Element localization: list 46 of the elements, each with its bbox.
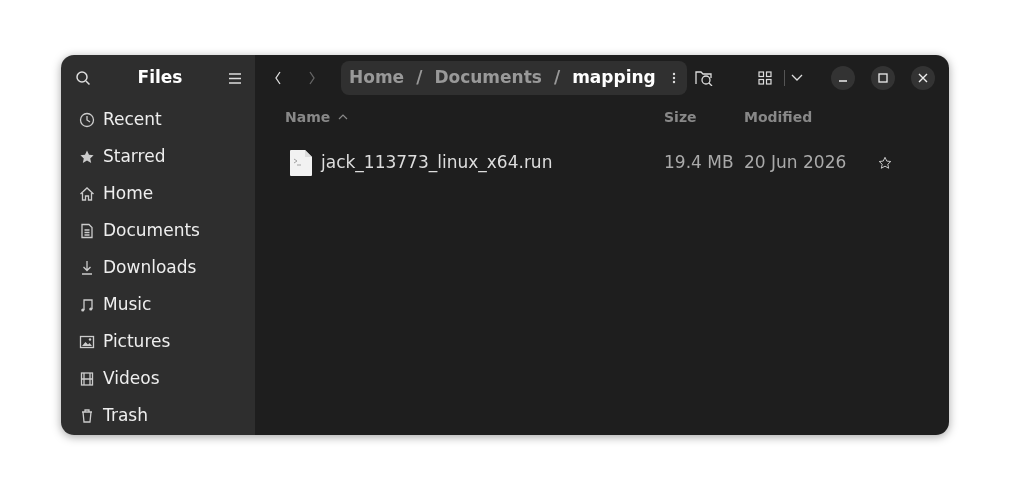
chevron-down-icon [791, 74, 803, 82]
path-segment[interactable]: Documents [434, 65, 542, 91]
sidebar-item[interactable]: Recent [61, 101, 255, 138]
sidebar-item[interactable]: Documents [61, 212, 255, 249]
minimize-button[interactable] [831, 66, 855, 90]
music-note-icon [79, 296, 95, 313]
path-segment[interactable]: Home [349, 65, 405, 91]
close-icon [918, 73, 928, 83]
script-file-icon [289, 149, 313, 177]
sidebar-item[interactable]: Home [61, 175, 255, 212]
column-header[interactable]: Modified [744, 106, 813, 128]
menu-icon [229, 72, 241, 84]
app-title: Files [136, 66, 184, 90]
sidebar-item[interactable]: Downloads [61, 249, 255, 286]
file-name: jack_113773_linux_x64.run [321, 151, 553, 175]
sidebar-item[interactable]: Videos [61, 360, 255, 397]
home-icon [79, 185, 95, 202]
grid-icon [758, 71, 772, 85]
more-icon [671, 72, 676, 84]
image-icon [79, 333, 95, 350]
sidebar-item[interactable]: Music [61, 286, 255, 323]
star-icon [878, 156, 892, 170]
path-separator: / [416, 66, 423, 90]
download-icon [79, 259, 95, 276]
forward-icon [307, 70, 317, 86]
path-separator: / [553, 66, 561, 90]
file-modified: 20 Jun 2026 [744, 151, 848, 175]
document-icon [79, 222, 95, 239]
back-icon [273, 70, 283, 86]
clock-icon [79, 111, 95, 128]
file-size: 19.4 MB [664, 151, 735, 175]
column-header[interactable]: Name [285, 106, 349, 128]
sort-ascending-icon [338, 114, 349, 120]
sidebar-item[interactable]: Pictures [61, 323, 255, 360]
sidebar-item[interactable]: Starred [61, 138, 255, 175]
maximize-button[interactable] [871, 66, 895, 90]
film-icon [79, 370, 95, 387]
maximize-icon [878, 73, 888, 83]
search-icon [75, 70, 91, 86]
folder-search-icon [695, 70, 713, 86]
sidebar-item[interactable]: Trash [61, 397, 255, 434]
trash-icon [79, 407, 95, 424]
close-button[interactable] [911, 66, 935, 90]
column-header[interactable]: Size [664, 106, 697, 128]
path-segment[interactable]: mapping [572, 65, 656, 91]
minimize-icon [839, 80, 847, 82]
